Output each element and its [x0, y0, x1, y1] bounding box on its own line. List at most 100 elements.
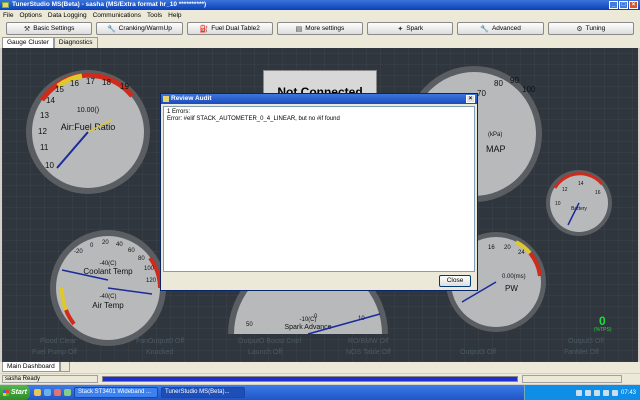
menu-options[interactable]: Options — [19, 12, 41, 19]
afr-tick-19: 19 — [120, 82, 129, 91]
tray-icon[interactable] — [602, 389, 609, 396]
afr-tick-12: 12 — [38, 127, 47, 136]
temp-tick-80: 80 — [138, 256, 145, 262]
air-temp-label: Air Temp — [92, 301, 124, 310]
quick-launch-icon[interactable] — [44, 389, 51, 396]
tab-diagnostics[interactable]: Diagnostics — [53, 37, 98, 48]
dashboard-tabs: Main Dashboard — [0, 362, 640, 373]
minimize-icon[interactable]: _ — [609, 1, 618, 9]
maximize-icon[interactable]: □ — [619, 1, 628, 9]
tuning-button[interactable]: ⚙ Tuning — [547, 22, 634, 35]
indicator-launch: Launch Off — [248, 349, 283, 356]
afr-tick-10: 10 — [45, 161, 54, 170]
quick-launch-icon[interactable] — [64, 389, 71, 396]
task-tunerstudio[interactable]: TunerStudio MS(Beta)... — [161, 387, 245, 398]
app-icon — [2, 2, 9, 8]
pw-tick-24: 24 — [518, 250, 525, 256]
afr-tick-15: 15 — [55, 85, 64, 94]
temp-tick-100: 100 — [144, 266, 155, 272]
dialog-app-icon — [163, 96, 169, 102]
tray-icon[interactable] — [584, 389, 591, 396]
quick-launch-icon[interactable] — [34, 389, 41, 396]
indicator-fan-output: FanOutput0 Off — [136, 338, 185, 345]
map-unit: (kPa) — [488, 132, 502, 138]
menu-tools[interactable]: Tools — [147, 12, 162, 19]
battery-tick-16: 16 — [595, 190, 601, 196]
app-window: TunerStudio MS(Beta) - sasha (MS/Extra f… — [0, 0, 640, 400]
battery-tick-14: 14 — [578, 181, 584, 187]
spark-button[interactable]: ✦ Spark — [367, 22, 454, 35]
spark-value: -10(C) — [299, 317, 316, 323]
map-label: MAP — [486, 144, 506, 154]
indicator-output3-right: Output3 Off — [568, 338, 605, 345]
indicator-ro-bmw: RO/BMW Off — [348, 338, 389, 345]
afr-gauge: 10 11 12 13 14 15 16 17 18 19 10.00() Ai… — [26, 70, 150, 194]
battery-label: Battery — [571, 206, 587, 212]
spark-tick-50: 50 — [246, 322, 253, 328]
advanced-button[interactable]: 🔧 Advanced — [457, 22, 544, 35]
menu-data-logging[interactable]: Data Logging — [48, 12, 87, 19]
indicator-fuel-pump: Fuel Pump Off — [32, 349, 78, 356]
cranking-warmup-button[interactable]: 🔧 Cranking/WarmUp — [96, 22, 183, 35]
tuning-icon: ⚙ — [576, 25, 583, 33]
taskbar: Start Stack ST3401 Wideband ... TunerStu… — [0, 385, 640, 400]
basic-settings-button[interactable]: ⚒ Basic Settings — [6, 22, 93, 35]
temp-tick-minus20: -20 — [74, 249, 83, 255]
pw-tick-20: 20 — [504, 245, 511, 251]
status-progress-fill — [103, 377, 517, 381]
temp-tick-40: 40 — [116, 242, 123, 248]
title-bar[interactable]: TunerStudio MS(Beta) - sasha (MS/Extra f… — [0, 0, 640, 10]
tab-gauge-cluster[interactable]: Gauge Cluster — [2, 37, 54, 48]
main-tabs: Gauge Cluster Diagnostics — [0, 37, 640, 48]
dialog-title: Review Audit — [171, 95, 212, 102]
afr-value: 10.00() — [77, 107, 99, 114]
pw-label: PW — [505, 284, 518, 293]
quick-launch — [34, 389, 71, 396]
status-text: sasha Ready — [2, 375, 98, 383]
temp-tick-20: 20 — [102, 240, 109, 246]
air-temp-value: -40(C) — [99, 294, 116, 300]
indicator-output3: Output3 Off — [460, 349, 497, 356]
settings-icon: ▤ — [295, 25, 303, 33]
windows-flag-icon — [3, 389, 9, 396]
tab-new-dashboard-icon[interactable] — [59, 362, 70, 372]
status-progress-bar — [102, 376, 518, 382]
start-button[interactable]: Start — [0, 385, 30, 400]
afr-label: Air:Fuel Ratio — [61, 122, 116, 132]
temp-tick-120: 120 — [146, 278, 157, 284]
indicator-boost-cntrl: OutputO Boost Cntrl — [238, 338, 302, 345]
afr-tick-11: 11 — [40, 143, 49, 152]
dialog-close-icon[interactable]: × — [466, 95, 475, 103]
dialog-error-count: 1 Errors: — [167, 109, 191, 115]
dialog-title-bar[interactable]: Review Audit × — [161, 94, 477, 104]
menu-communications[interactable]: Communications — [93, 12, 141, 19]
dialog-message-area[interactable]: 1 Errors: Error: #elif STACK_AUTOMETER_0… — [163, 106, 475, 272]
map-tick-90: 90 — [510, 76, 519, 85]
quick-launch-icon[interactable] — [54, 389, 61, 396]
indicator-fanmet: FanMet Off — [564, 349, 599, 356]
menu-file[interactable]: File — [3, 12, 13, 19]
tps-unit: (%TPS) — [594, 327, 612, 333]
menu-help[interactable]: Help — [168, 12, 181, 19]
afr-tick-16: 16 — [70, 79, 79, 88]
task-stack-wideband[interactable]: Stack ST3401 Wideband ... — [74, 387, 158, 398]
afr-tick-17: 17 — [86, 77, 95, 86]
fuel-dual-table-button[interactable]: ⛽ Fuel Dual Table2 — [186, 22, 273, 35]
afr-tick-18: 18 — [102, 78, 111, 87]
more-settings-button[interactable]: ▤ More settings — [276, 22, 364, 35]
tray-icon[interactable] — [593, 389, 600, 396]
clock: 07:43 — [620, 389, 636, 396]
tray-icon[interactable] — [575, 389, 582, 396]
tab-main-dashboard[interactable]: Main Dashboard — [2, 362, 60, 372]
tray-icon[interactable] — [611, 389, 618, 396]
indicator-knocked: Knocked — [146, 349, 174, 356]
close-icon[interactable]: × — [629, 1, 638, 9]
temp-gauge: -20 0 20 40 60 80 100 120 -40(C) Coolant… — [50, 230, 166, 346]
dialog-close-button[interactable]: Close — [439, 275, 471, 287]
window-controls: _ □ × — [609, 1, 638, 9]
system-tray: 07:43 — [524, 385, 640, 400]
temp-tick-60: 60 — [128, 248, 135, 254]
status-right-panel — [522, 375, 622, 383]
battery-gauge: 10 12 14 16 Battery — [546, 170, 612, 236]
tool-icon: ⚒ — [23, 25, 31, 33]
